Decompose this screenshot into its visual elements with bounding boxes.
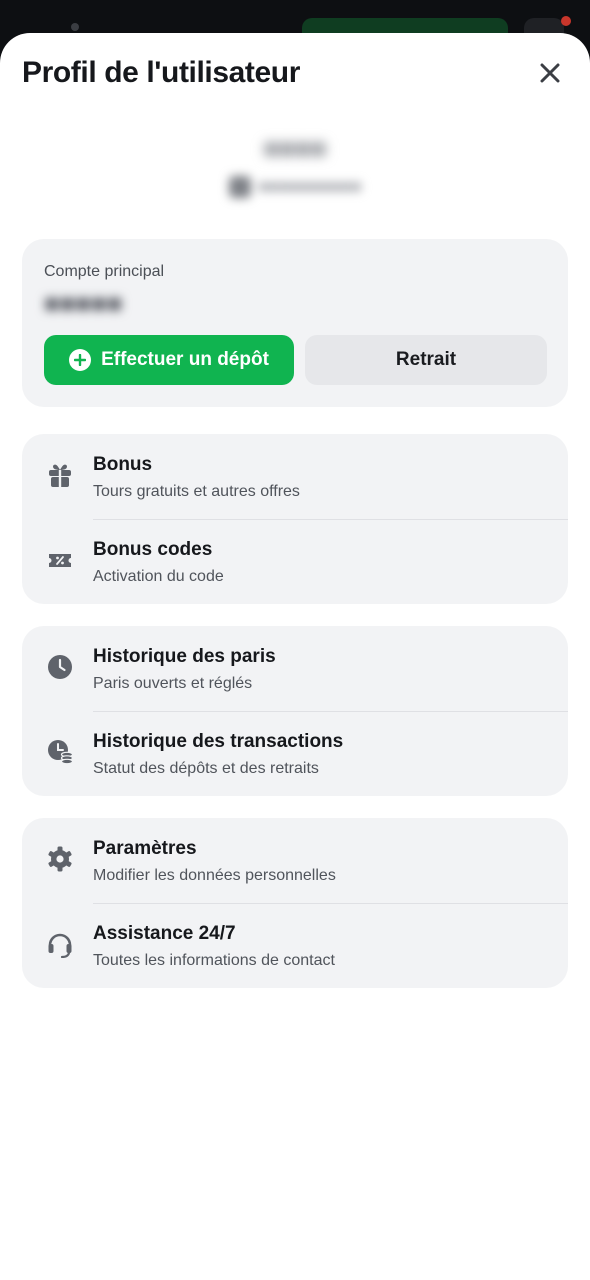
background-dot <box>71 23 79 31</box>
withdraw-label: Retrait <box>395 349 457 370</box>
menu-item-title: Bonus <box>93 454 153 475</box>
menu-item-title: Paramètres <box>93 838 197 859</box>
menu-item-subtitle: Statut des dépôts et des retraits <box>93 760 319 777</box>
menu-item-title: Assistance 24/7 <box>93 923 236 944</box>
menu-item-support[interactable]: Assistance 24/7 Toutes les informations … <box>22 903 568 988</box>
menu-item-bet-history[interactable]: Historique des paris Paris ouverts et ré… <box>22 626 568 712</box>
account-label: Compte principal <box>44 263 165 280</box>
user-name-redacted: ■■■■ <box>263 133 327 163</box>
menu-item-subtitle: Tours gratuits et autres offres <box>93 483 300 500</box>
promo-ticket-icon <box>45 545 75 575</box>
deposit-label: Effectuer un dépôt <box>101 349 269 370</box>
gift-icon <box>45 460 75 490</box>
sheet-header: Profil de l'utilisateur <box>22 55 568 91</box>
balance-redacted: ■■■■■ <box>44 288 123 318</box>
menu-item-bonus-codes[interactable]: Bonus codes Activation du code <box>22 519 568 604</box>
main-account-card: Compte principal ■■■■■ Effectuer un dépô… <box>22 239 568 407</box>
notification-dot <box>561 16 571 26</box>
clock-coins-icon <box>45 737 75 767</box>
plus-circle-icon <box>69 349 92 371</box>
clock-icon <box>45 652 75 682</box>
menu-item-bonus[interactable]: Bonus Tours gratuits et autres offres <box>22 434 568 520</box>
menu-item-subtitle: Toutes les informations de contact <box>93 952 335 969</box>
menu-item-subtitle: Activation du code <box>93 568 224 585</box>
headset-icon <box>45 929 75 959</box>
deposit-button[interactable]: Effectuer un dépôt <box>44 335 294 385</box>
user-identity: ■■■■ ■■■■■■■■■■ <box>0 133 590 198</box>
copy-icon <box>228 176 251 198</box>
profile-sheet: Profil de l'utilisateur ■■■■ ■■■■■■■■■■ … <box>0 33 590 1280</box>
close-icon <box>540 63 560 83</box>
menu-item-title: Historique des transactions <box>93 731 344 752</box>
menu-item-subtitle: Paris ouverts et réglés <box>93 675 253 692</box>
menu-item-settings[interactable]: Paramètres Modifier les données personne… <box>22 818 568 904</box>
history-section: Historique des paris Paris ouverts et ré… <box>22 626 568 796</box>
menu-item-title: Bonus codes <box>93 539 213 560</box>
gear-icon <box>45 844 75 874</box>
page-title: Profil de l'utilisateur <box>22 56 300 89</box>
bonus-section: Bonus Tours gratuits et autres offres Bo… <box>22 434 568 604</box>
withdraw-button[interactable]: Retrait <box>305 335 547 385</box>
user-id-redacted: ■■■■■■■■■■ <box>258 177 362 196</box>
menu-item-title: Historique des paris <box>93 646 276 667</box>
settings-section: Paramètres Modifier les données personne… <box>22 818 568 988</box>
menu-item-transaction-history[interactable]: Historique des transactions Statut des d… <box>22 711 568 796</box>
close-button[interactable] <box>536 59 564 87</box>
user-id-row: ■■■■■■■■■■ <box>0 176 590 198</box>
menu-item-subtitle: Modifier les données personnelles <box>93 867 336 884</box>
